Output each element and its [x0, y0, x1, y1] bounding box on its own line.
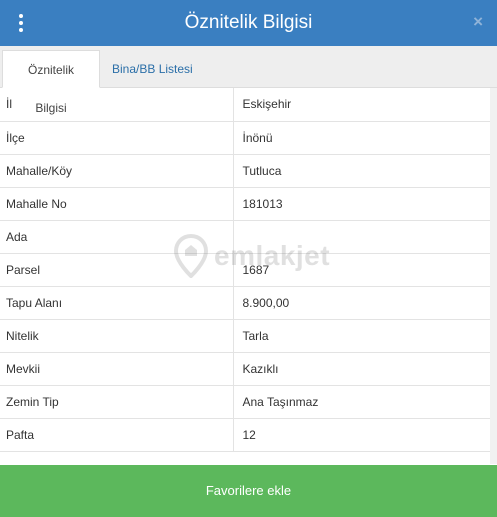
row-key: İl: [0, 88, 234, 122]
row-value: [233, 220, 490, 254]
row-key: Mahalle/Köy: [0, 154, 234, 188]
dialog-title: Öznitelik Bilgisi: [184, 12, 313, 33]
row-value: 181013: [233, 187, 490, 221]
tab-bar: Öznitelik Bilgisi Bina/BB Listesi: [0, 46, 497, 115]
table-row: Mevkii Kazıklı: [0, 352, 490, 386]
row-value: 8.900,00: [233, 286, 490, 320]
row-value: 12: [233, 418, 490, 452]
table-row: Mahalle/Köy Tutluca: [0, 154, 490, 188]
row-key: Nitelik: [0, 319, 234, 353]
row-value: 1687: [233, 253, 490, 287]
row-value: Ana Taşınmaz: [233, 385, 490, 419]
row-key: Tapu Alanı: [0, 286, 234, 320]
table-row: Tapu Alanı 8.900,00: [0, 286, 490, 320]
close-icon[interactable]: ×: [473, 12, 483, 32]
table-row: Pafta 12: [0, 418, 490, 452]
row-key: Mevkii: [0, 352, 234, 386]
row-key: İlçe: [0, 121, 234, 155]
table-row: İl Eskişehir: [0, 88, 490, 122]
scrollbar[interactable]: [490, 88, 497, 464]
table-row: İlçe İnönü: [0, 121, 490, 155]
row-value: Tutluca: [233, 154, 490, 188]
add-to-favorites-button[interactable]: Favorilere ekle: [0, 465, 497, 517]
table-row: Zemin Tip Ana Taşınmaz: [0, 385, 490, 419]
row-key: Mahalle No: [0, 187, 234, 221]
table-row: Ada: [0, 220, 490, 254]
table-row: Mahalle No 181013: [0, 187, 490, 221]
row-value: İnönü: [233, 121, 490, 155]
row-key: Ada: [0, 220, 234, 254]
row-value: Eskişehir: [233, 88, 490, 122]
table-row: Parsel 1687: [0, 253, 490, 287]
dialog-header: Öznitelik Bilgisi ×: [0, 0, 497, 46]
attribute-table: İl Eskişehir İlçe İnönü Mahalle/Köy Tutl…: [0, 88, 490, 452]
tab-bina-bb-listesi[interactable]: Bina/BB Listesi: [102, 50, 203, 88]
row-value: Kazıklı: [233, 352, 490, 386]
table-row: Nitelik Tarla: [0, 319, 490, 353]
row-key: Zemin Tip: [0, 385, 234, 419]
row-key: Pafta: [0, 418, 234, 452]
row-value: Tarla: [233, 319, 490, 353]
tab-oznitelik-bilgisi[interactable]: Öznitelik Bilgisi: [2, 50, 100, 115]
row-key: Parsel: [0, 253, 234, 287]
